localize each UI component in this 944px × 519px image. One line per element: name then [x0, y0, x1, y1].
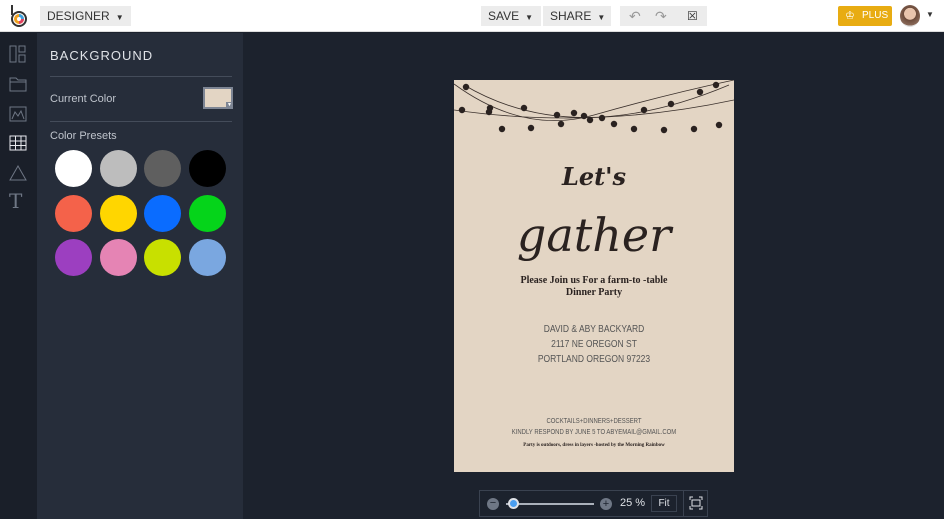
color-preset-5[interactable] [55, 194, 92, 232]
background-grid-icon[interactable] [9, 134, 27, 152]
color-presets-label: Color Presets [50, 130, 117, 142]
details-text[interactable]: COCKTAILS+DINNERS+DESSERT KINDLY RESPOND … [475, 416, 713, 438]
avatar[interactable] [900, 5, 920, 27]
app-logo[interactable] [9, 5, 29, 27]
plus-button[interactable]: ♔ PLUS [838, 6, 892, 26]
current-color-picker[interactable]: ▼ [203, 87, 233, 109]
color-preset-10[interactable] [99, 239, 137, 276]
light-bulb [458, 106, 466, 114]
zoom-slider[interactable] [506, 503, 594, 505]
fit-button[interactable]: Fit [651, 495, 677, 512]
color-preset-9[interactable] [55, 239, 92, 276]
chevron-down-icon: ▼ [115, 13, 124, 22]
badge-icon: ♔ [845, 10, 855, 22]
color-preset-11[interactable] [144, 239, 181, 276]
panel-title: BACKGROUND [50, 48, 154, 63]
light-bulb [527, 124, 535, 132]
color-preset-4[interactable] [188, 150, 226, 187]
color-preset-3[interactable] [144, 150, 181, 187]
light-bulb [715, 121, 723, 129]
zoom-level: 25 % [620, 497, 646, 509]
chevron-down-icon: ▼ [597, 13, 606, 22]
divider [683, 491, 684, 516]
chevron-down-icon: ▼ [226, 102, 233, 109]
zoom-bar: − + 25 % Fit [479, 490, 708, 517]
save-button[interactable]: SAVE ▼ [481, 6, 541, 26]
light-bulb [580, 112, 588, 120]
color-preset-8[interactable] [188, 194, 226, 232]
color-preset-12[interactable] [188, 239, 226, 276]
light-bulb [498, 125, 506, 133]
color-preset-1[interactable] [55, 150, 92, 187]
clear-icon[interactable]: ☒ [680, 6, 705, 26]
top-bar: DESIGNER ▼ SAVE ▼ SHARE ▼ ↶ ↷ ☒ ♔ PLUS ▼ [0, 0, 944, 32]
tool-rail: T [0, 33, 37, 519]
light-bulb [520, 104, 528, 112]
chevron-down-icon[interactable]: ▼ [926, 10, 934, 19]
light-bulb [696, 88, 704, 96]
layout-icon[interactable] [9, 45, 27, 63]
shapes-icon[interactable] [9, 164, 27, 182]
design-canvas[interactable]: Let's gather Please Join us For a farm-t… [454, 80, 734, 472]
light-bulb [586, 116, 594, 124]
headline-gather[interactable]: gather [454, 208, 734, 262]
light-bulb [690, 125, 698, 133]
light-bulb [630, 125, 638, 133]
fullscreen-icon[interactable] [689, 496, 703, 510]
redo-icon[interactable]: ↷ [648, 6, 674, 26]
mode-dropdown[interactable]: DESIGNER ▼ [40, 6, 131, 26]
light-bulb [570, 109, 578, 117]
light-bulb [553, 111, 561, 119]
light-bulb [667, 100, 675, 108]
color-preset-7[interactable] [144, 194, 181, 232]
color-preset-2[interactable] [99, 150, 137, 187]
share-button[interactable]: SHARE ▼ [543, 6, 611, 26]
color-preset-6[interactable] [99, 194, 137, 232]
image-icon[interactable] [9, 105, 27, 123]
text-icon[interactable]: T [9, 191, 27, 211]
light-bulb [610, 120, 618, 128]
invite-text[interactable]: Please Join us For a farm-to -table Dinne… [454, 275, 734, 299]
note-text[interactable]: Party is outdoors, dress in layers -host… [454, 443, 734, 448]
zoom-in-icon[interactable]: + [600, 498, 612, 510]
chevron-down-icon: ▼ [525, 13, 534, 22]
zoom-out-icon[interactable]: − [487, 498, 499, 510]
light-bulb [712, 81, 720, 89]
undo-icon[interactable]: ↶ [622, 6, 648, 26]
current-color-label: Current Color [50, 93, 117, 105]
divider [50, 121, 232, 122]
light-bulb [598, 114, 606, 122]
light-bulb [557, 120, 565, 128]
background-panel: BACKGROUND Current Color ▼ Color Presets [37, 33, 243, 519]
light-bulb [640, 106, 648, 114]
headline-lets[interactable]: Let's [454, 162, 734, 191]
folder-icon[interactable] [9, 75, 27, 93]
zoom-slider-handle[interactable] [508, 498, 520, 509]
address-text[interactable]: DAVID & ABY BACKYARD 2117 NE OREGON ST POR… [475, 322, 713, 367]
light-bulb [660, 126, 668, 134]
divider [50, 76, 232, 77]
light-bulb [485, 108, 493, 116]
light-bulb [462, 83, 470, 91]
string-lights [454, 80, 734, 134]
